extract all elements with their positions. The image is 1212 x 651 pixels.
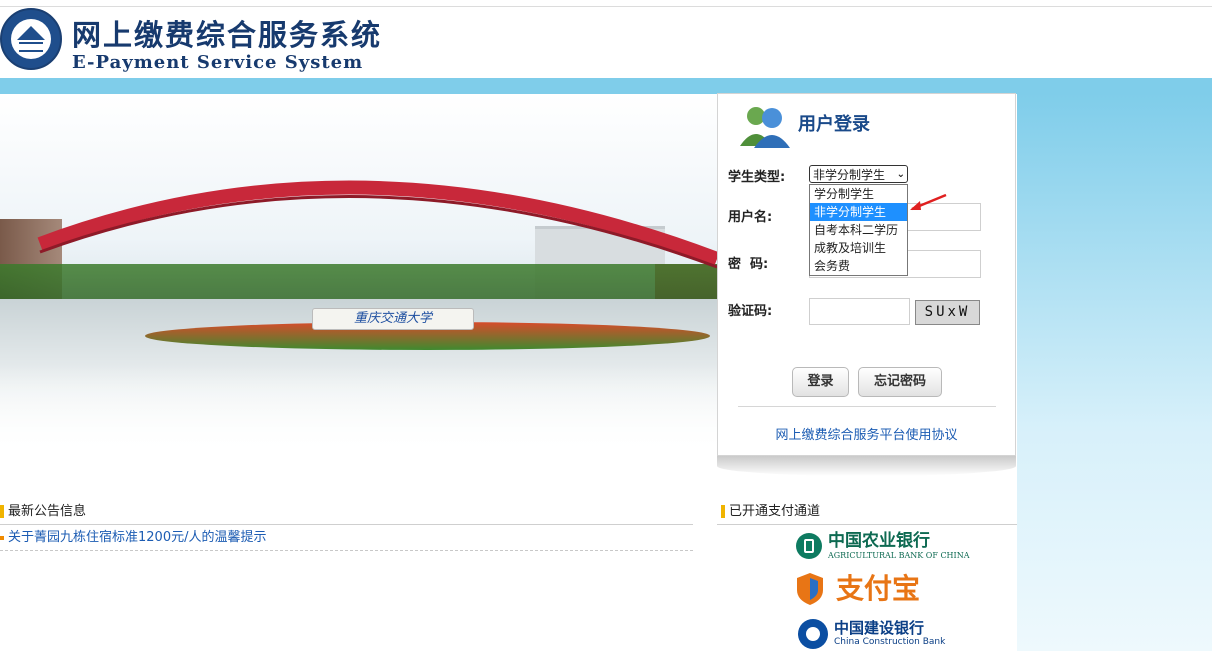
users-icon [740,107,790,148]
ccb-logo-icon [798,619,828,649]
abc-logo-icon [796,533,822,559]
system-title-en: E-Payment Service System [72,52,364,73]
login-button[interactable]: 登录 [792,367,849,397]
abc-bank-logo[interactable]: 中国农业银行 AGRICULTURAL BANK OF CHINA [796,531,969,563]
ccb-name-en: China Construction Bank [834,637,946,647]
bullet-icon [0,535,4,540]
agreement-link[interactable]: 网上缴费综合服务平台使用协议 [718,424,1015,443]
student-type-option[interactable]: 成教及培训生 [810,239,907,257]
notices-heading: 最新公告信息 [0,502,86,522]
student-type-dropdown: 学分制学生 非学分制学生 自考本科二学历 成教及培训生 会务费 [809,184,908,276]
captcha-input[interactable] [809,298,910,325]
university-logo-icon [0,8,62,70]
password-label: 密 码: [728,257,769,272]
system-title: 网上缴费综合服务系统 [72,18,383,52]
login-divider [738,406,996,407]
student-type-option[interactable]: 会务费 [810,257,907,275]
heading-marker-icon [721,505,725,518]
login-panel: 用户登录 学生类型: 非学分制学生 ⌄ 学分制学生 非学分制学生 自考本科二学历… [717,93,1016,456]
payment-heading: 已开通支付通道 [721,502,820,522]
login-panel-shadow [717,456,1016,476]
notice-link[interactable]: 关于菁园九栋住宿标准1200元/人的温馨提示 [8,530,266,545]
student-type-option[interactable]: 非学分制学生 [810,203,907,221]
university-stone: 重庆交通大学 [312,308,474,330]
student-type-option[interactable]: 学分制学生 [810,185,907,203]
banner-fade [0,364,717,454]
captcha-label: 验证码: [728,304,773,319]
notice-item[interactable]: 关于菁园九栋住宿标准1200元/人的温馨提示 [0,528,693,551]
red-arrow-icon [910,193,947,211]
notices-rule [0,524,693,525]
alipay-shield-icon [797,573,823,605]
captcha-image[interactable]: SUxW [915,300,980,325]
username-label: 用户名: [728,210,773,225]
top-divider [0,6,1212,7]
forgot-password-button[interactable]: 忘记密码 [858,367,942,397]
ccb-bank-logo[interactable]: 中国建设银行 China Construction Bank [796,617,946,651]
campus-banner-image: 重庆交通大学 [0,94,717,454]
right-gradient-panel [1017,94,1212,651]
student-type-select[interactable]: 非学分制学生 ⌄ [809,165,908,183]
ccb-name: 中国建设银行 [834,619,925,637]
alipay-name: 支付宝 [836,572,921,605]
student-type-value: 非学分制学生 [813,168,886,182]
header: 网上缴费综合服务系统 E-Payment Service System [0,0,1212,78]
payment-rule [717,524,1017,525]
abc-name-en: AGRICULTURAL BANK OF CHINA [828,551,970,560]
header-band [0,78,1212,94]
abc-name: 中国农业银行 [828,531,930,551]
student-type-option[interactable]: 自考本科二学历 [810,221,907,239]
alipay-logo[interactable]: 支付宝 [796,572,946,608]
student-type-label: 学生类型: [728,170,786,185]
chevron-down-icon: ⌄ [896,169,905,180]
heading-marker-icon [0,505,4,518]
login-title: 用户登录 [798,114,870,135]
